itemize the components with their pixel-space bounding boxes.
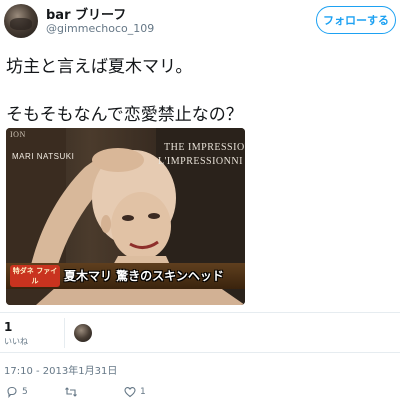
stats-separator bbox=[64, 318, 65, 348]
media-caption-bar: 特ダネ ファイル 夏木マリ 驚きのスキンヘッド bbox=[6, 263, 245, 289]
like-count: 1 bbox=[140, 387, 146, 397]
tweet-timestamp[interactable]: 17:10 - 2013年1月31日 bbox=[4, 362, 117, 377]
retweet-action[interactable] bbox=[64, 386, 82, 398]
media-caption-badge: 特ダネ ファイル bbox=[10, 265, 60, 287]
tweet-media-image[interactable]: ION MARI NATSUKI THE IMPRESSION L'IMPRES… bbox=[6, 128, 245, 305]
likes-label[interactable]: いいね bbox=[4, 336, 28, 347]
tweet-text-line-2: そもそもなんで恋愛禁止なの？ bbox=[6, 105, 243, 125]
media-caption-text: 夏木マリ 驚きのスキンヘッド bbox=[64, 269, 224, 283]
media-overlay-corner: ION bbox=[10, 130, 26, 139]
tweet-header: bar ブリーフ @gimmechoco_109 フォローする bbox=[0, 0, 400, 44]
media-overlay-brand-2: L'IMPRESSIONNI bbox=[158, 156, 243, 167]
retweet-icon bbox=[65, 387, 77, 397]
user-avatar[interactable] bbox=[4, 4, 38, 38]
tweet-text-line-1: 坊主と言えば夏木マリ。 bbox=[6, 57, 193, 77]
media-overlay-brand-1: THE IMPRESSION bbox=[164, 142, 245, 153]
tweet-text: 坊主と言えば夏木マリ。 そもそもなんで恋愛禁止なの？ bbox=[6, 56, 394, 126]
like-action[interactable]: 1 bbox=[124, 386, 146, 398]
user-display-name[interactable]: bar ブリーフ bbox=[46, 4, 126, 23]
likes-count[interactable]: 1 bbox=[4, 320, 12, 334]
media-overlay-name: MARI NATSUKI bbox=[12, 152, 75, 161]
liker-avatar[interactable] bbox=[74, 324, 92, 342]
divider bbox=[0, 312, 400, 313]
reply-action[interactable]: 5 bbox=[6, 386, 28, 398]
heart-icon bbox=[124, 387, 136, 398]
reply-count: 5 bbox=[22, 387, 28, 397]
divider bbox=[0, 352, 400, 353]
reply-icon bbox=[7, 386, 17, 398]
follow-button[interactable]: フォローする bbox=[316, 6, 396, 34]
user-handle[interactable]: @gimmechoco_109 bbox=[46, 22, 154, 35]
